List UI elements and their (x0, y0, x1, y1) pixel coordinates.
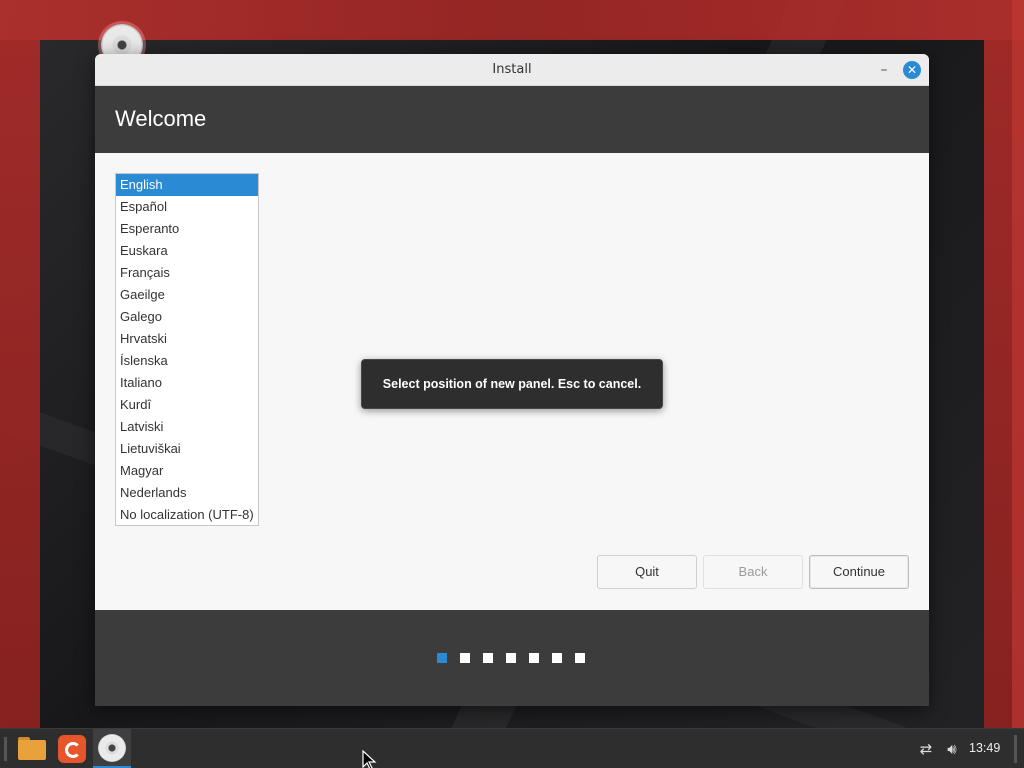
quit-button[interactable]: Quit (597, 555, 697, 589)
progress-dot (437, 653, 447, 663)
language-item[interactable]: Español (116, 196, 258, 218)
language-item[interactable]: Italiano (116, 372, 258, 394)
language-item[interactable]: Hrvatski (116, 328, 258, 350)
minimize-button[interactable]: – (875, 61, 893, 79)
firefox-icon[interactable] (57, 734, 87, 764)
language-item[interactable]: Magyar (116, 460, 258, 482)
progress-dot (506, 653, 516, 663)
network-icon[interactable]: ⇄ (916, 739, 936, 759)
language-item[interactable]: Latviski (116, 416, 258, 438)
language-item[interactable]: Gaeilge (116, 284, 258, 306)
taskbar: ⇄ 🔊︎ 13:49 (0, 728, 1024, 768)
progress-dot (575, 653, 585, 663)
language-item[interactable]: Galego (116, 306, 258, 328)
language-item[interactable]: No localization (UTF-8) (116, 504, 258, 525)
progress-dot (483, 653, 493, 663)
mouse-cursor-icon (362, 750, 377, 768)
language-item[interactable]: Français (116, 262, 258, 284)
clock[interactable]: 13:49 (969, 741, 1000, 755)
progress-dot (460, 653, 470, 663)
progress-footer (95, 610, 929, 706)
language-item[interactable]: English (116, 174, 258, 196)
volume-icon[interactable]: 🔊︎ (942, 739, 962, 759)
language-item[interactable]: Esperanto (116, 218, 258, 240)
language-item[interactable]: Euskara (116, 240, 258, 262)
back-button[interactable]: Back (703, 555, 803, 589)
window-title: Install (492, 62, 532, 77)
folder-icon[interactable] (17, 734, 47, 764)
desktop-red-border-left (0, 40, 40, 728)
panel-position-toast: Select position of new panel. Esc to can… (361, 359, 663, 409)
progress-dot (552, 653, 562, 663)
window-titlebar[interactable]: Install – ✕ (95, 54, 929, 86)
page-title: Welcome (115, 106, 207, 131)
close-button[interactable]: ✕ (903, 61, 921, 79)
progress-dot (529, 653, 539, 663)
desktop-red-border-top (0, 0, 1024, 40)
language-item[interactable]: Íslenska (116, 350, 258, 372)
taskbar-handle[interactable] (4, 737, 7, 761)
language-item[interactable]: Kurdî (116, 394, 258, 416)
tray-handle[interactable] (1014, 735, 1017, 763)
installer-disc-icon[interactable] (93, 729, 131, 768)
desktop-red-edge (1012, 0, 1024, 728)
language-item[interactable]: Lietuviškai (116, 438, 258, 460)
language-item[interactable]: Nederlands (116, 482, 258, 504)
page-header: Welcome (95, 86, 929, 153)
language-list[interactable]: English Español Esperanto Euskara Français Ga… (115, 173, 259, 526)
continue-button[interactable]: Continue (809, 555, 909, 589)
